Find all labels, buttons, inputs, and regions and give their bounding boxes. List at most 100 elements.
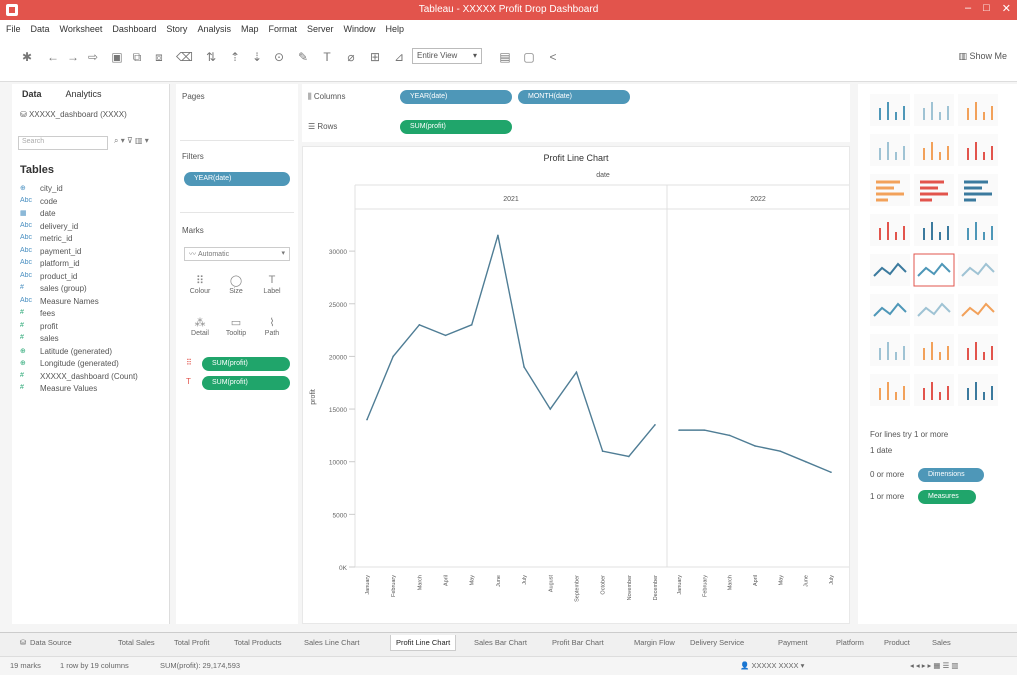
circle-view-icon[interactable]	[914, 214, 954, 246]
field-item[interactable]: # XXXXX_dashboard (Count)	[20, 372, 170, 385]
menu-map[interactable]: Map	[241, 24, 259, 34]
fix-axes-icon[interactable]: ⊞	[368, 50, 382, 64]
box-whisker-icon[interactable]	[958, 334, 998, 366]
filter-tools[interactable]: ⌕ ▾ ⊽ ▥ ▾	[114, 136, 149, 146]
sheet-tab[interactable]: Data Source	[30, 638, 72, 647]
share-icon[interactable]: <	[546, 50, 560, 64]
sheet-tab[interactable]: Margin Flow	[634, 638, 675, 647]
dual-line-icon[interactable]	[958, 254, 998, 286]
field-item[interactable]: Abc metric_id	[20, 234, 170, 247]
sheet-tab[interactable]: Delivery Service	[690, 638, 744, 647]
labels-icon[interactable]: T	[320, 50, 334, 64]
sort-ascending-icon[interactable]: ⇡	[228, 50, 242, 64]
menu-file[interactable]: File	[6, 24, 21, 34]
scatter-plot-icon[interactable]	[870, 334, 910, 366]
path-button[interactable]: ⌇ Path	[258, 316, 286, 337]
field-item[interactable]: ⊕ Longitude (generated)	[20, 359, 170, 372]
size-button[interactable]: ◯ Size	[222, 274, 250, 295]
sheet-tab[interactable]: Profit Bar Chart	[552, 638, 604, 647]
sheet-tab[interactable]: Total Sales	[118, 638, 155, 647]
maximize-button[interactable]: □	[983, 2, 990, 15]
field-item[interactable]: Abc code	[20, 197, 170, 210]
clear-sheet-icon[interactable]: ⌫	[176, 50, 193, 64]
field-item[interactable]: ⊕ Latitude (generated)	[20, 347, 170, 360]
horizontal-bars-icon[interactable]	[870, 174, 910, 206]
histogram-icon[interactable]	[914, 334, 954, 366]
show-me-button[interactable]: ▥ Show Me	[958, 51, 1007, 62]
presentation-icon[interactable]: ▤	[498, 50, 512, 64]
user-menu[interactable]: 👤 XXXXX XXXX ▾	[740, 661, 804, 670]
search-input[interactable]: Search	[18, 136, 108, 150]
sheet-tab[interactable]: Sales	[932, 638, 951, 647]
menu-data[interactable]: Data	[31, 24, 50, 34]
row-pill-profit[interactable]: SUM(profit)	[400, 120, 512, 134]
heat-map-icon[interactable]	[914, 94, 954, 126]
side-by-side-circles-icon[interactable]	[958, 214, 998, 246]
menu-worksheet[interactable]: Worksheet	[60, 24, 103, 34]
sheet-nav-controls[interactable]: ◂ ◂ ▸ ▸ ▦ ☰ ▥	[910, 661, 958, 670]
duplicate-sheet-icon[interactable]: ⧈	[152, 50, 166, 64]
colour-button[interactable]: ⠿ Colour	[186, 274, 214, 295]
menu-dashboard[interactable]: Dashboard	[112, 24, 156, 34]
pin-icon[interactable]: ⊿	[392, 50, 406, 64]
packed-bubbles-icon[interactable]	[958, 374, 998, 406]
menu-window[interactable]: Window	[344, 24, 376, 34]
field-item[interactable]: Abc delivery_id	[20, 222, 170, 235]
label-button[interactable]: T Label	[258, 274, 286, 295]
fit-dropdown[interactable]: Entire View ▾	[412, 48, 482, 64]
sheet-tab[interactable]: Total Profit	[174, 638, 209, 647]
line-discrete-icon[interactable]	[913, 253, 955, 287]
field-item[interactable]: # profit	[20, 322, 170, 335]
area-continuous-icon[interactable]	[870, 294, 910, 326]
sheet-tab[interactable]: Platform	[836, 638, 864, 647]
menu-server[interactable]: Server	[307, 24, 334, 34]
filled-map-icon[interactable]	[914, 134, 954, 166]
highlight-icon[interactable]: ✎	[296, 50, 310, 64]
mark-type-dropdown[interactable]: 〰 Automatic ▾	[184, 247, 290, 261]
field-item[interactable]: # Measure Values	[20, 384, 170, 397]
tableau-logo-icon[interactable]: ✱	[20, 50, 34, 64]
field-item[interactable]: Abc product_id	[20, 272, 170, 285]
sheet-tab[interactable]: Total Products	[234, 638, 282, 647]
new-datasource-icon[interactable]: ⇨	[86, 50, 100, 64]
side-by-side-bars-icon[interactable]	[958, 174, 998, 206]
sheet-tab[interactable]: Payment	[778, 638, 808, 647]
device-preview-icon[interactable]: ▢	[522, 50, 536, 64]
menu-analysis[interactable]: Analysis	[197, 24, 231, 34]
menu-format[interactable]: Format	[268, 24, 297, 34]
format-icon[interactable]: ⌀	[344, 50, 358, 64]
marks-pill-label[interactable]: SUM(profit)	[202, 376, 290, 390]
new-sheet-icon[interactable]: ⧉	[130, 50, 144, 64]
data-source-name[interactable]: ⛁ XXXXX_dashboard (XXXX)	[20, 110, 127, 119]
field-item[interactable]: ▦ date	[20, 209, 170, 222]
detail-button[interactable]: ⁂ Detail	[186, 316, 214, 337]
column-pill-month[interactable]: MONTH(date)	[518, 90, 630, 104]
treemap-icon[interactable]	[870, 214, 910, 246]
text-table-icon[interactable]	[870, 94, 910, 126]
marks-pill-colour[interactable]: SUM(profit)	[202, 357, 290, 371]
stacked-bars-icon[interactable]	[914, 174, 954, 206]
field-item[interactable]: Abc platform_id	[20, 259, 170, 272]
highlight-table-icon[interactable]	[958, 94, 998, 126]
menu-help[interactable]: Help	[386, 24, 405, 34]
menu-story[interactable]: Story	[166, 24, 187, 34]
sheet-tab[interactable]: Product	[884, 638, 910, 647]
sheet-tab[interactable]: Sales Line Chart	[304, 638, 359, 647]
dual-combination-icon[interactable]	[958, 294, 998, 326]
column-pill-year[interactable]: YEAR(date)	[400, 90, 512, 104]
minimize-button[interactable]: –	[965, 2, 971, 15]
swap-icon[interactable]: ⇅	[204, 50, 218, 64]
close-button[interactable]: ✕	[1002, 2, 1011, 15]
field-item[interactable]: Abc payment_id	[20, 247, 170, 260]
area-discrete-icon[interactable]	[914, 294, 954, 326]
pie-chart-icon[interactable]	[958, 134, 998, 166]
field-item[interactable]: # sales (group)	[20, 284, 170, 297]
group-icon[interactable]: ⊙	[272, 50, 286, 64]
line-continuous-icon[interactable]	[870, 254, 910, 286]
tooltip-button[interactable]: ▭ Tooltip	[222, 316, 250, 337]
symbol-map-icon[interactable]	[870, 134, 910, 166]
gantt-icon[interactable]	[870, 374, 910, 406]
save-icon[interactable]: ▣	[110, 50, 124, 64]
forward-icon[interactable]: →	[66, 50, 80, 64]
field-item[interactable]: Abc Measure Names	[20, 297, 170, 310]
